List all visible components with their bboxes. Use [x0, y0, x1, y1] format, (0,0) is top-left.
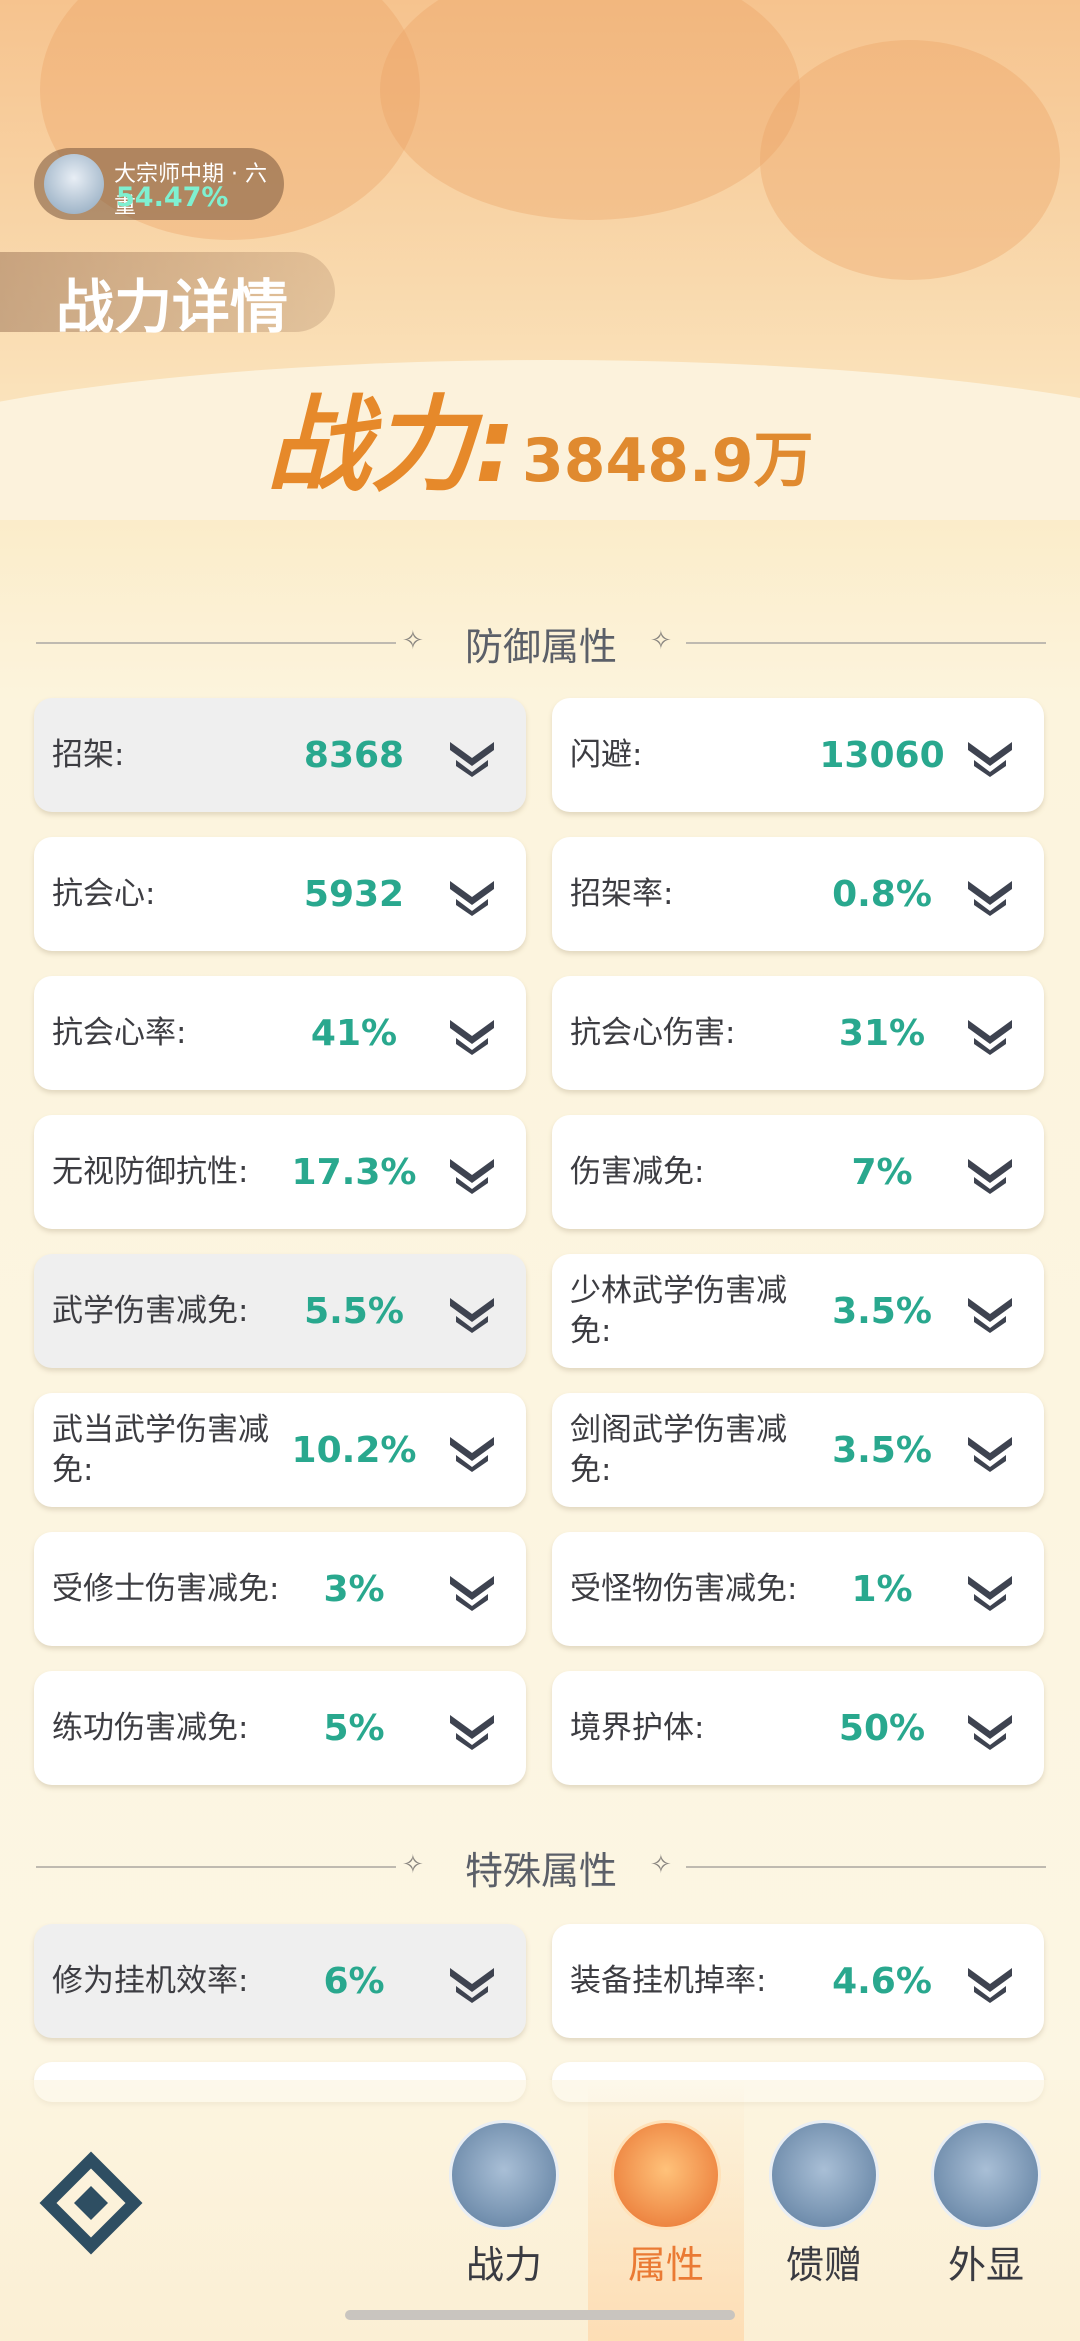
chevron-down-icon: [450, 1159, 494, 1194]
attribute-value: 1%: [851, 1568, 913, 1610]
chevron-down-icon: [450, 1298, 494, 1333]
attribute-card[interactable]: 受怪物伤害减免: 1%: [552, 1532, 1044, 1646]
attribute-value: 50%: [838, 1707, 926, 1749]
attribute-card[interactable]: 受修士伤害减免: 3%: [34, 1532, 526, 1646]
attribute-value: 13060: [819, 734, 945, 776]
home-indicator[interactable]: [345, 2310, 735, 2320]
attribute-value: 4.6%: [832, 1960, 932, 2002]
chevron-down-icon: [968, 1576, 1012, 1611]
attribute-value: 5.5%: [304, 1290, 404, 1332]
attribute-card[interactable]: 武学伤害减免: 5.5%: [34, 1254, 526, 1368]
power-label: 战力:: [266, 384, 517, 506]
page-title: 战力详情: [56, 273, 289, 341]
realm-badge[interactable]: 大宗师中期 · 六重 54.47%: [34, 148, 284, 220]
realm-progress: 54.47%: [116, 182, 229, 213]
attribute-value: 17.3%: [291, 1151, 417, 1193]
chevron-down-icon: [450, 1576, 494, 1611]
special-section-header: ✧ 特殊属性 ✧: [36, 1836, 1046, 1896]
tab-power[interactable]: 战力: [444, 2120, 564, 2287]
attribute-card[interactable]: 招架率: 0.8%: [552, 837, 1044, 951]
shield-icon: [611, 2120, 721, 2230]
attribute-card[interactable]: 练功伤害减免: 5%: [34, 1671, 526, 1785]
attribute-card[interactable]: 境界护体: 50%: [552, 1671, 1044, 1785]
attribute-value: 5932: [303, 873, 405, 915]
tab-gifts-label: 馈赠: [785, 2243, 862, 2287]
page-title-tab: 战力详情: [0, 252, 335, 341]
gift-icon: [769, 2120, 879, 2230]
castle-icon: [931, 2120, 1041, 2230]
attribute-value: 7%: [851, 1151, 913, 1193]
attribute-card[interactable]: 伤害减免: 7%: [552, 1115, 1044, 1229]
chevron-down-icon: [450, 1437, 494, 1472]
chevron-down-icon: [968, 1298, 1012, 1333]
power-value: 3848.9万: [522, 426, 814, 496]
attribute-card[interactable]: 抗会心率: 41%: [34, 976, 526, 1090]
attribute-card[interactable]: 招架: 8368: [34, 698, 526, 812]
tab-attributes[interactable]: 属性: [606, 2120, 726, 2287]
attribute-value: 6%: [323, 1960, 385, 2002]
tab-attributes-label: 属性: [627, 2243, 704, 2287]
chevron-down-icon: [968, 1437, 1012, 1472]
chevron-down-icon: [450, 1020, 494, 1055]
chevron-down-icon: [450, 742, 494, 777]
attribute-card[interactable]: 修为挂机效率: 6%: [34, 1924, 526, 2038]
chevron-down-icon: [968, 1968, 1012, 2003]
attribute-card[interactable]: 抗会心: 5932: [34, 837, 526, 951]
tab-appearance-label: 外显: [947, 2243, 1024, 2287]
attribute-card[interactable]: 无视防御抗性: 17.3%: [34, 1115, 526, 1229]
attribute-value: 8368: [303, 734, 405, 776]
menu-logo-icon[interactable]: [36, 2148, 146, 2258]
attribute-value: 5%: [323, 1707, 385, 1749]
attribute-card[interactable]: 抗会心伤害: 31%: [552, 976, 1044, 1090]
attribute-card[interactable]: 武当武学伤害减免: 10.2%: [34, 1393, 526, 1507]
chevron-down-icon: [968, 1159, 1012, 1194]
chevron-down-icon: [968, 1020, 1012, 1055]
tab-appearance[interactable]: 外显: [926, 2120, 1046, 2287]
attribute-value: 41%: [310, 1012, 398, 1054]
tab-power-label: 战力: [465, 2243, 542, 2287]
attribute-card[interactable]: 装备挂机掉率: 4.6%: [552, 1924, 1044, 2038]
attribute-value: 3.5%: [832, 1290, 932, 1332]
chevron-down-icon: [968, 742, 1012, 777]
chevron-down-icon: [450, 881, 494, 916]
chevron-down-icon: [450, 1715, 494, 1750]
attribute-value: 0.8%: [832, 873, 932, 915]
swords-icon: [449, 2120, 559, 2230]
bottom-navigation: 战力 属性 馈赠 外显: [0, 2080, 1080, 2341]
avatar: [44, 154, 104, 214]
attribute-value: 31%: [838, 1012, 926, 1054]
attribute-value: 3.5%: [832, 1429, 932, 1471]
attribute-value: 10.2%: [291, 1429, 417, 1471]
chevron-down-icon: [968, 881, 1012, 916]
attribute-value: 3%: [323, 1568, 385, 1610]
chevron-down-icon: [968, 1715, 1012, 1750]
attribute-card[interactable]: 闪避: 13060: [552, 698, 1044, 812]
defense-section-header: ✧ 防御属性 ✧: [36, 612, 1046, 672]
attribute-card[interactable]: 少林武学伤害减免: 3.5%: [552, 1254, 1044, 1368]
attribute-card[interactable]: 剑阁武学伤害减免: 3.5%: [552, 1393, 1044, 1507]
tab-gifts[interactable]: 馈赠: [764, 2120, 884, 2287]
power-display: 战力: 3848.9万: [0, 360, 1080, 511]
chevron-down-icon: [450, 1968, 494, 2003]
